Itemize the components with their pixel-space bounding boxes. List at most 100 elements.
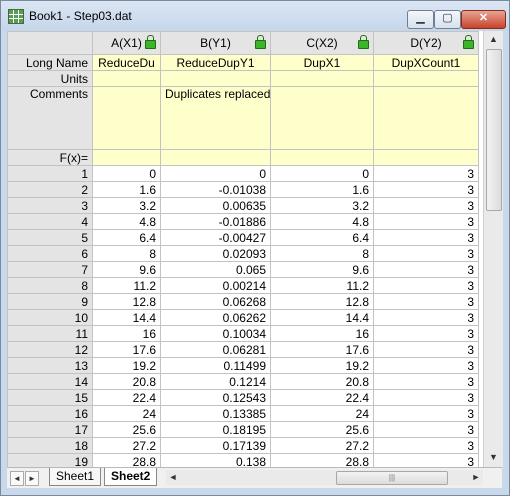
data-cell[interactable]: 24 — [270, 405, 374, 422]
data-cell[interactable]: 3.2 — [270, 197, 374, 214]
data-cell[interactable]: 1.6 — [270, 181, 374, 198]
data-cell[interactable]: 0.00214 — [160, 277, 271, 294]
scroll-right-arrow-icon[interactable]: ► — [469, 470, 483, 485]
data-cell[interactable]: 0.10034 — [160, 325, 271, 342]
comments-cell[interactable]: Duplicates replaced with Sum of "conc17" — [160, 86, 271, 150]
data-cell[interactable]: 1.6 — [92, 181, 161, 198]
data-cell[interactable]: 12.8 — [92, 293, 161, 310]
data-cell[interactable]: 3 — [373, 421, 479, 438]
data-cell[interactable]: 3 — [373, 245, 479, 262]
data-cell[interactable]: 24 — [92, 405, 161, 422]
data-cell[interactable]: -0.01886 — [160, 213, 271, 230]
data-cell[interactable]: 27.2 — [92, 437, 161, 454]
data-cell[interactable]: 0.1214 — [160, 373, 271, 390]
data-cell[interactable]: 0 — [160, 165, 271, 182]
data-cell[interactable]: 11.2 — [270, 277, 374, 294]
data-cell[interactable]: 9.6 — [270, 261, 374, 278]
data-cell[interactable]: 3 — [373, 357, 479, 374]
data-cell[interactable]: 0.065 — [160, 261, 271, 278]
long-name-cell[interactable]: ReduceDupY1 — [160, 54, 271, 71]
data-cell[interactable]: 0.13385 — [160, 405, 271, 422]
data-cell[interactable]: 12.8 — [270, 293, 374, 310]
tab-scroll-left-icon[interactable]: ◄ — [10, 471, 24, 486]
vertical-scrollbar[interactable]: ▲ ▼ — [483, 31, 503, 467]
units-cell[interactable] — [373, 70, 479, 87]
horizontal-scroll-thumb[interactable]: ||| — [336, 471, 448, 485]
data-cell[interactable]: 0.02093 — [160, 245, 271, 262]
data-cell[interactable]: 3 — [373, 325, 479, 342]
data-cell[interactable]: 19.2 — [270, 357, 374, 374]
close-button[interactable]: ✕ — [461, 10, 506, 29]
data-cell[interactable]: 28.8 — [92, 453, 161, 467]
data-cell[interactable]: 3 — [373, 197, 479, 214]
data-cell[interactable]: 0.17139 — [160, 437, 271, 454]
data-cell[interactable]: 3 — [373, 389, 479, 406]
data-cell[interactable]: 3 — [373, 165, 479, 182]
units-cell[interactable] — [270, 70, 374, 87]
long-name-cell[interactable]: ReduceDu — [92, 54, 161, 71]
data-cell[interactable]: 3 — [373, 229, 479, 246]
data-cell[interactable]: 4.8 — [270, 213, 374, 230]
data-cell[interactable]: -0.00427 — [160, 229, 271, 246]
long-name-cell[interactable]: DupXCount1 — [373, 54, 479, 71]
units-cell[interactable] — [92, 70, 161, 87]
row-number[interactable]: 16 — [7, 405, 93, 422]
data-cell[interactable]: 0 — [270, 165, 374, 182]
units-cell[interactable] — [160, 70, 271, 87]
tab-scroll-right-icon[interactable]: ► — [25, 471, 39, 486]
data-cell[interactable]: 3 — [373, 405, 479, 422]
data-cell[interactable]: 0.11499 — [160, 357, 271, 374]
row-number[interactable]: 12 — [7, 341, 93, 358]
data-cell[interactable]: 25.6 — [270, 421, 374, 438]
data-cell[interactable]: 3 — [373, 309, 479, 326]
data-cell[interactable]: -0.01038 — [160, 181, 271, 198]
data-cell[interactable]: 8 — [92, 245, 161, 262]
row-number[interactable]: 1 — [7, 165, 93, 182]
row-number[interactable]: 4 — [7, 213, 93, 230]
data-cell[interactable]: 0.12543 — [160, 389, 271, 406]
data-cell[interactable]: 6.4 — [92, 229, 161, 246]
data-cell[interactable]: 3 — [373, 373, 479, 390]
data-cell[interactable]: 11.2 — [92, 277, 161, 294]
data-cell[interactable]: 14.4 — [270, 309, 374, 326]
data-cell[interactable]: 3 — [373, 453, 479, 467]
row-number[interactable]: 19 — [7, 453, 93, 467]
data-cell[interactable]: 3 — [373, 341, 479, 358]
column-header-b[interactable]: B(Y1) — [160, 31, 271, 55]
row-number[interactable]: 5 — [7, 229, 93, 246]
fx-cell[interactable] — [373, 149, 479, 166]
data-cell[interactable]: 3 — [373, 277, 479, 294]
fx-cell[interactable] — [92, 149, 161, 166]
scroll-up-arrow-icon[interactable]: ▲ — [486, 32, 501, 47]
data-cell[interactable]: 0 — [92, 165, 161, 182]
row-number[interactable]: 6 — [7, 245, 93, 262]
data-cell[interactable]: 22.4 — [270, 389, 374, 406]
column-header-a[interactable]: A(X1) — [92, 31, 161, 55]
data-cell[interactable]: 8 — [270, 245, 374, 262]
data-cell[interactable]: 0.06262 — [160, 309, 271, 326]
row-number[interactable]: 15 — [7, 389, 93, 406]
fx-cell[interactable] — [270, 149, 374, 166]
horizontal-scrollbar[interactable]: ◄ ||| ► — [166, 470, 483, 485]
minimize-button[interactable]: ▁ — [407, 10, 434, 29]
data-cell[interactable]: 3 — [373, 437, 479, 454]
data-cell[interactable]: 27.2 — [270, 437, 374, 454]
tab-sheet2[interactable]: Sheet2 — [104, 468, 158, 486]
row-number[interactable]: 10 — [7, 309, 93, 326]
data-cell[interactable]: 3 — [373, 293, 479, 310]
data-cell[interactable]: 20.8 — [92, 373, 161, 390]
data-cell[interactable]: 19.2 — [92, 357, 161, 374]
data-cell[interactable]: 17.6 — [92, 341, 161, 358]
tab-sheet1[interactable]: Sheet1 — [49, 468, 102, 486]
row-number[interactable]: 17 — [7, 421, 93, 438]
vertical-scroll-thumb[interactable] — [486, 49, 502, 211]
fx-cell[interactable] — [160, 149, 271, 166]
data-cell[interactable]: 17.6 — [270, 341, 374, 358]
row-number[interactable]: 2 — [7, 181, 93, 198]
comments-cell[interactable] — [270, 86, 374, 150]
data-cell[interactable]: 16 — [92, 325, 161, 342]
scroll-down-arrow-icon[interactable]: ▼ — [486, 450, 501, 465]
long-name-cell[interactable]: DupX1 — [270, 54, 374, 71]
row-number[interactable]: 7 — [7, 261, 93, 278]
scroll-left-arrow-icon[interactable]: ◄ — [166, 470, 180, 485]
